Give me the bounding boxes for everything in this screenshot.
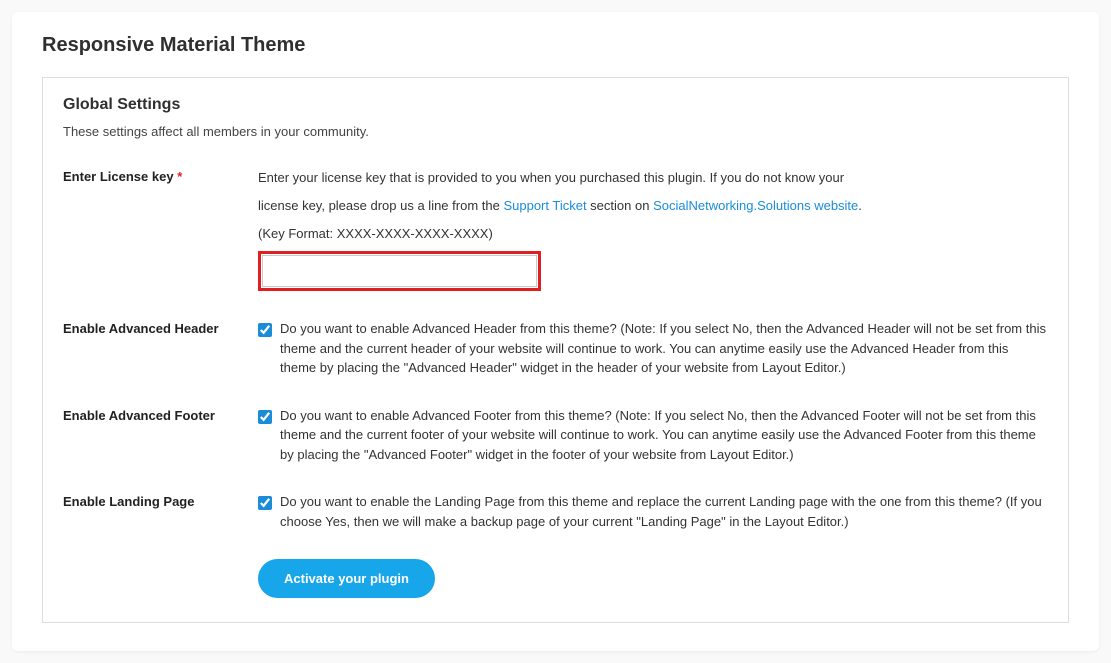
adv-footer-label: Enable Advanced Footer: [63, 406, 258, 423]
required-mark: *: [177, 169, 182, 184]
license-format: (Key Format: XXXX-XXXX-XXXX-XXXX): [258, 223, 1048, 245]
landing-label: Enable Landing Page: [63, 492, 258, 509]
adv-header-checkbox[interactable]: [258, 323, 272, 337]
landing-text: Do you want to enable the Landing Page f…: [280, 492, 1048, 531]
support-ticket-link[interactable]: Support Ticket: [503, 198, 586, 213]
section-title: Global Settings: [63, 96, 1048, 114]
section-subtitle: These settings affect all members in you…: [63, 124, 1048, 139]
page-title: Responsive Material Theme: [42, 34, 1069, 57]
adv-footer-checkbox[interactable]: [258, 410, 272, 424]
landing-checkbox[interactable]: [258, 496, 272, 510]
settings-panel: Global Settings These settings affect al…: [42, 77, 1069, 623]
activate-plugin-button[interactable]: Activate your plugin: [258, 559, 435, 598]
sns-website-link[interactable]: SocialNetworking.Solutions website: [653, 198, 858, 213]
license-input-highlight: [258, 251, 541, 291]
adv-header-label: Enable Advanced Header: [63, 319, 258, 336]
license-label: Enter License key *: [63, 167, 258, 184]
license-help-line1: Enter your license key that is provided …: [258, 167, 1048, 189]
adv-footer-text: Do you want to enable Advanced Footer fr…: [280, 406, 1048, 465]
license-input[interactable]: [262, 255, 537, 287]
adv-header-text: Do you want to enable Advanced Header fr…: [280, 319, 1048, 378]
license-help-line2: license key, please drop us a line from …: [258, 195, 1048, 217]
